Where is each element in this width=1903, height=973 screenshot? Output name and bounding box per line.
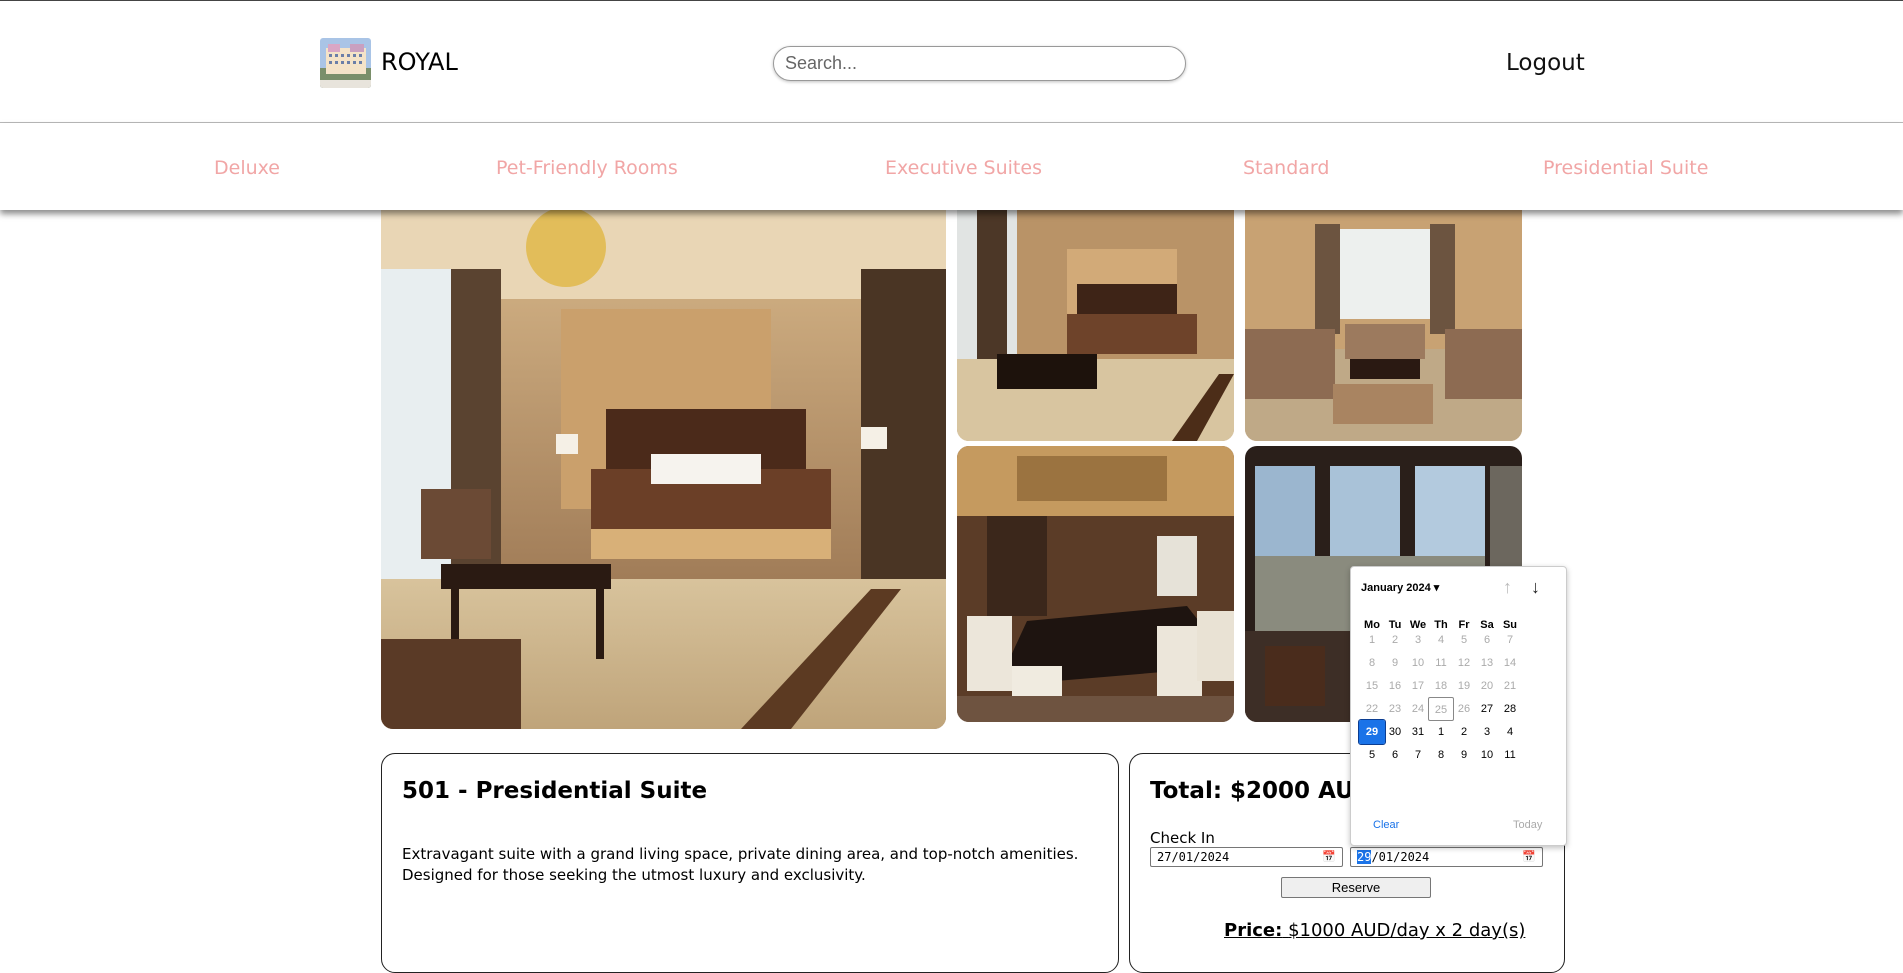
calendar-icon[interactable]: 📅: [1322, 848, 1336, 866]
nav-item-executive-suites[interactable]: Executive Suites: [885, 157, 1042, 179]
category-nav: Deluxe Pet-Friendly Rooms Executive Suit…: [0, 123, 1903, 210]
check-in-label: Check In: [1150, 829, 1215, 847]
check-in-date-value: 27/01/2024: [1157, 850, 1230, 864]
calendar-day: 14: [1503, 657, 1517, 669]
calendar-day[interactable]: 11: [1497, 743, 1523, 767]
date-picker-popup: January 2024 ▾ ↑ ↓ Mo Tu We Th Fr Sa Su 1 2 3 4 5 6 7…: [1350, 566, 1567, 846]
price-value: $1000 AUD/day x 2 day(s): [1288, 920, 1526, 941]
room-description: Extravagant suite with a grand living sp…: [402, 845, 1079, 884]
room-photo-dining[interactable]: [957, 446, 1234, 722]
reserve-button[interactable]: Reserve: [1281, 877, 1431, 898]
hotel-logo[interactable]: [320, 38, 371, 88]
check-in-date-input[interactable]: 27/01/2024 📅: [1150, 847, 1343, 867]
month-selector[interactable]: January 2024 ▾: [1361, 581, 1439, 594]
brand-name: ROYAL: [381, 48, 458, 76]
search-input[interactable]: [773, 46, 1186, 81]
nav-item-presidential-suite[interactable]: Presidential Suite: [1543, 157, 1708, 179]
price-breakdown: Price: $1000 AUD/day x 2 day(s): [1224, 920, 1525, 941]
arrow-up-icon[interactable]: ↑: [1503, 577, 1512, 598]
room-info-card: 501 - Presidential Suite Extravagant sui…: [381, 753, 1119, 973]
calendar-icon[interactable]: 📅: [1522, 848, 1536, 866]
top-header: ROYAL Logout: [0, 0, 1903, 123]
arrow-down-icon[interactable]: ↓: [1531, 577, 1540, 598]
calendar-clear-button[interactable]: Clear: [1373, 819, 1399, 831]
room-title: 501 - Presidential Suite: [402, 778, 708, 804]
month-label: January 2024: [1361, 582, 1431, 594]
room-photo-main[interactable]: [381, 209, 946, 729]
calendar-today-button[interactable]: Today: [1513, 819, 1542, 831]
nav-item-standard[interactable]: Standard: [1243, 157, 1329, 179]
nav-item-deluxe[interactable]: Deluxe: [214, 157, 280, 179]
check-out-day-segment[interactable]: 29: [1357, 850, 1372, 864]
check-out-date-rest: /01/2024: [1371, 850, 1430, 864]
calendar-day: 7: [1506, 634, 1514, 646]
logout-link[interactable]: Logout: [1506, 50, 1585, 76]
room-photo-living[interactable]: [1245, 209, 1522, 441]
booking-total: Total: $2000 AUD: [1150, 778, 1373, 804]
calendar-day[interactable]: 28: [1497, 697, 1523, 721]
price-label: Price:: [1224, 920, 1283, 941]
check-out-date-input[interactable]: 29/01/2024 📅: [1350, 847, 1543, 867]
room-photo-bedroom[interactable]: [957, 209, 1234, 441]
caret-down-icon: ▾: [1433, 582, 1440, 594]
calendar-day[interactable]: 4: [1497, 720, 1523, 744]
check-out-date-value: 29/01/2024: [1357, 848, 1429, 866]
nav-item-pet-friendly[interactable]: Pet-Friendly Rooms: [496, 157, 678, 179]
calendar-day: 21: [1503, 680, 1517, 692]
